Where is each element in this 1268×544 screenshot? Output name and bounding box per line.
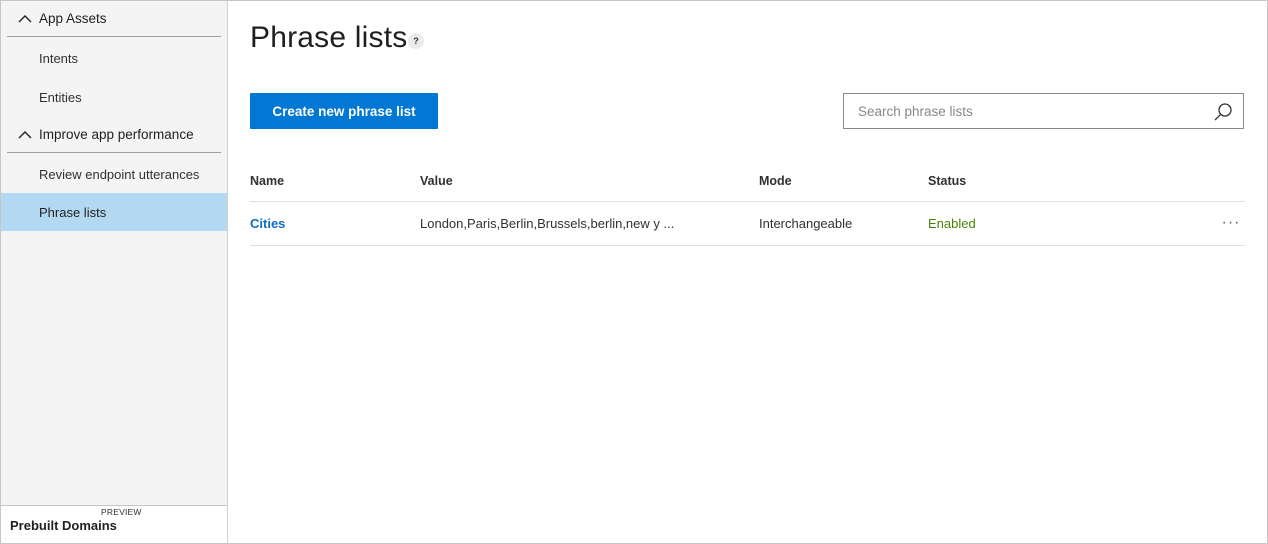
chevron-up-icon [18, 130, 32, 138]
preview-badge: PREVIEW [101, 507, 142, 517]
more-options-icon[interactable]: ··· [1219, 212, 1243, 234]
status-badge: Enabled [928, 216, 976, 231]
table-row[interactable]: Cities London,Paris,Berlin,Brussels,berl… [250, 201, 1245, 246]
help-icon[interactable]: ? [408, 33, 424, 49]
create-phrase-list-button[interactable]: Create new phrase list [250, 93, 438, 129]
prebuilt-domains-link[interactable]: PREVIEW Prebuilt Domains [1, 505, 227, 543]
column-header-status[interactable]: Status [928, 174, 966, 188]
phrase-list-name-link[interactable]: Cities [250, 216, 285, 231]
phrase-list-value: London,Paris,Berlin,Brussels,berlin,new … [420, 216, 675, 231]
sidebar: App Assets Intents Entities Improve app … [1, 1, 228, 543]
chevron-up-icon [18, 14, 32, 22]
sidebar-item-label: Intents [39, 50, 79, 66]
sidebar-item-entities[interactable]: Entities [1, 78, 227, 116]
search-input[interactable] [844, 94, 1204, 128]
sidebar-item-review-endpoint-utterances[interactable]: Review endpoint utterances [1, 155, 227, 193]
section-header-improve-app-performance[interactable]: Improve app performance [7, 117, 221, 153]
section-label: App Assets [39, 11, 107, 26]
column-header-value[interactable]: Value [420, 174, 453, 188]
search-icon[interactable] [1213, 102, 1233, 122]
sidebar-item-label: Entities [39, 89, 82, 105]
section-header-app-assets[interactable]: App Assets [7, 1, 221, 37]
phrase-list-mode: Interchangeable [759, 216, 853, 231]
column-header-mode[interactable]: Mode [759, 174, 792, 188]
sidebar-item-label: Phrase lists [39, 204, 107, 220]
prebuilt-domains-label: Prebuilt Domains [10, 518, 117, 533]
app-window: App Assets Intents Entities Improve app … [0, 0, 1268, 544]
section-label: Improve app performance [39, 127, 194, 142]
sidebar-item-phrase-lists[interactable]: Phrase lists [1, 193, 227, 231]
sidebar-item-label: Review endpoint utterances [39, 166, 200, 182]
page-title: Phrase lists [250, 21, 408, 54]
search-box [843, 93, 1244, 129]
sidebar-item-intents[interactable]: Intents [1, 39, 227, 77]
column-header-name[interactable]: Name [250, 174, 284, 188]
main-content: Phrase lists ? Create new phrase list Na… [228, 1, 1267, 543]
